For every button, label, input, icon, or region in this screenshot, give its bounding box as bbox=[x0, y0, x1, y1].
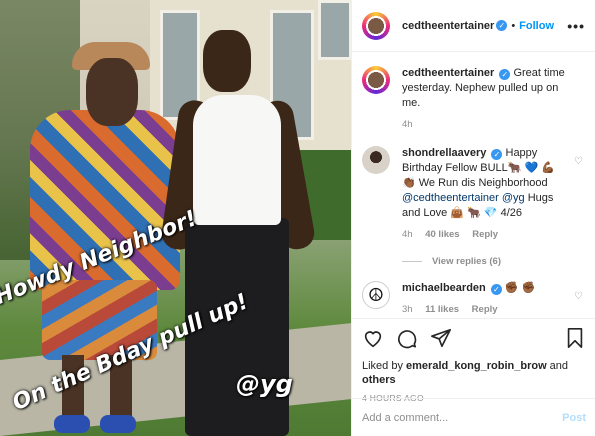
person-right-head bbox=[203, 30, 251, 92]
more-options-icon[interactable]: ••• bbox=[567, 18, 585, 34]
comments-list: cedtheentertainer ✓ Great time yesterday… bbox=[352, 52, 595, 317]
comment-username[interactable]: shondrellaavery bbox=[402, 147, 486, 159]
view-replies-label: View replies (6) bbox=[432, 256, 501, 267]
add-comment-input[interactable] bbox=[362, 411, 563, 424]
window bbox=[318, 0, 351, 60]
like-heart-icon[interactable] bbox=[362, 327, 384, 349]
caption-time[interactable]: 4h bbox=[402, 119, 413, 130]
post-comment-button[interactable]: Post bbox=[562, 412, 586, 424]
comment-username[interactable]: michaelbearden bbox=[402, 282, 486, 294]
post-photo[interactable]: Howdy Neighbor! On the Bday pull up! @yg bbox=[0, 0, 351, 436]
person-left-head bbox=[86, 58, 138, 126]
post-header: cedtheentertainer ✓ • Follow ••• bbox=[352, 0, 595, 52]
save-bookmark-icon[interactable] bbox=[564, 327, 586, 349]
separator-dot: • bbox=[511, 19, 516, 32]
comment-item: ☮ michaelbearden ✓ ✊🏾 ✊🏾 3h 11 likes Rep… bbox=[362, 281, 583, 317]
commenter-avatar[interactable] bbox=[362, 146, 390, 174]
replies-divider bbox=[402, 261, 422, 262]
comment-time[interactable]: 3h bbox=[402, 304, 413, 315]
comment-bubble-icon[interactable] bbox=[396, 327, 418, 349]
caption: cedtheentertainer ✓ Great time yesterday… bbox=[362, 66, 583, 132]
add-comment-bar: Post bbox=[352, 398, 595, 436]
author-avatar[interactable] bbox=[362, 11, 390, 40]
caption-username[interactable]: cedtheentertainer bbox=[402, 67, 494, 79]
mention-link[interactable]: @cedtheentertainer bbox=[402, 192, 499, 204]
liked-by-user[interactable]: emerald_kong_robin_brow bbox=[406, 360, 547, 372]
reply-button[interactable]: Reply bbox=[472, 304, 498, 315]
comment-likes[interactable]: 40 likes bbox=[425, 229, 459, 240]
reply-button[interactable]: Reply bbox=[472, 229, 498, 240]
post-actions: Liked by emerald_kong_robin_brow and oth… bbox=[352, 318, 595, 403]
verified-badge-icon: ✓ bbox=[499, 69, 511, 80]
person-right-tank-top bbox=[193, 95, 281, 225]
follow-button[interactable]: Follow bbox=[519, 20, 554, 32]
share-paper-plane-icon[interactable] bbox=[430, 327, 452, 349]
verified-badge-icon: ✓ bbox=[490, 284, 502, 295]
comment-like-heart-icon[interactable]: ♡ bbox=[574, 156, 583, 167]
comment-item: shondrellaavery ✓ Happy Birthday Fellow … bbox=[362, 146, 583, 242]
liked-by-others[interactable]: others bbox=[362, 374, 396, 386]
verified-badge-icon: ✓ bbox=[491, 149, 503, 160]
verified-badge-icon: ✓ bbox=[496, 20, 508, 31]
liked-by-and: and bbox=[546, 360, 569, 372]
sticker-tag-yg: @yg bbox=[236, 370, 293, 398]
author-username[interactable]: cedtheentertainer bbox=[402, 20, 494, 32]
commenter-avatar[interactable]: ☮ bbox=[362, 281, 390, 309]
person-left-shoe bbox=[100, 415, 136, 433]
post-side-panel: cedtheentertainer ✓ • Follow ••• cedthee… bbox=[351, 0, 595, 436]
comment-like-heart-icon[interactable]: ♡ bbox=[574, 291, 583, 302]
liked-by-prefix: Liked by bbox=[362, 360, 407, 372]
liked-by: Liked by emerald_kong_robin_brow and oth… bbox=[362, 359, 586, 387]
comment-likes[interactable]: 11 likes bbox=[425, 304, 459, 315]
person-left-shoe bbox=[54, 415, 90, 433]
peace-icon: ☮ bbox=[367, 284, 385, 305]
comment-text: ✊🏾 ✊🏾 bbox=[504, 282, 536, 294]
caption-avatar[interactable] bbox=[362, 66, 390, 94]
mention-link[interactable]: @yg bbox=[502, 192, 525, 204]
view-replies-button[interactable]: View replies (6) bbox=[402, 256, 583, 267]
comment-time[interactable]: 4h bbox=[402, 229, 413, 240]
